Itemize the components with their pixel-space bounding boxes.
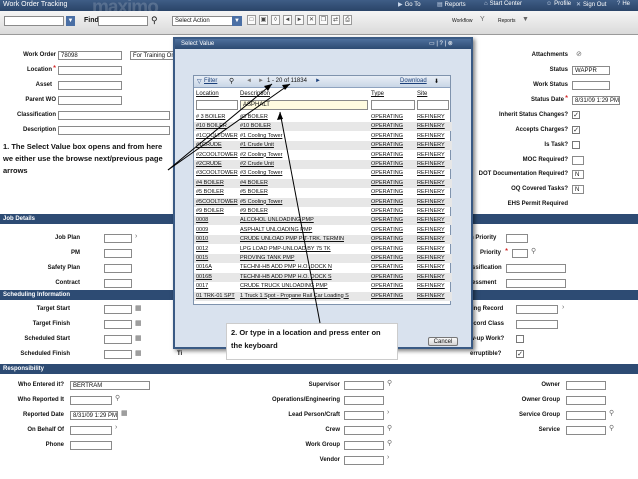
callout-arrow-1 <box>167 83 273 171</box>
callout-arrow-2 <box>279 111 321 324</box>
arrowhead-2 <box>277 112 283 120</box>
callout-arrow-1b <box>167 83 291 171</box>
callout-arrows <box>167 83 321 324</box>
